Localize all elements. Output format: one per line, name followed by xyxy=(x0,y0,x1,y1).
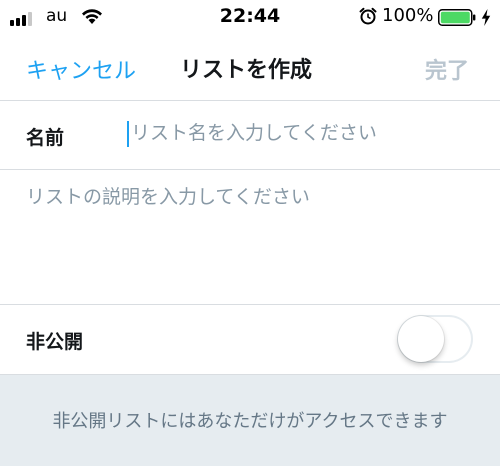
text-caret xyxy=(127,121,129,147)
create-list-screen: au 22:44 100% キャンセル リストを作成 完了 名前 リスト名を入力… xyxy=(0,0,500,466)
description-field-area xyxy=(0,170,500,305)
name-label: 名前 xyxy=(26,127,65,149)
private-note-area: 非公開リストにはあなただけがアクセスできます xyxy=(0,375,500,466)
private-label: 非公開 xyxy=(26,331,84,353)
private-setting-row: 非公開 xyxy=(0,305,500,375)
battery-percent: 100% xyxy=(382,5,434,26)
done-button[interactable]: 完了 xyxy=(425,53,469,85)
description-input[interactable] xyxy=(26,182,476,292)
nav-bar: キャンセル リストを作成 完了 xyxy=(0,36,500,101)
alarm-icon xyxy=(359,7,377,25)
charging-bolt-icon xyxy=(481,9,491,26)
battery-icon xyxy=(438,9,476,26)
status-bar: au 22:44 100% xyxy=(0,0,500,36)
cancel-button[interactable]: キャンセル xyxy=(26,53,136,85)
private-toggle[interactable] xyxy=(397,315,473,363)
private-note-text: 非公開リストにはあなただけがアクセスできます xyxy=(52,411,448,432)
name-input[interactable] xyxy=(131,117,481,149)
page-title: リストを作成 xyxy=(180,58,313,83)
toggle-knob xyxy=(398,316,444,362)
name-field-row: 名前 xyxy=(0,101,500,170)
